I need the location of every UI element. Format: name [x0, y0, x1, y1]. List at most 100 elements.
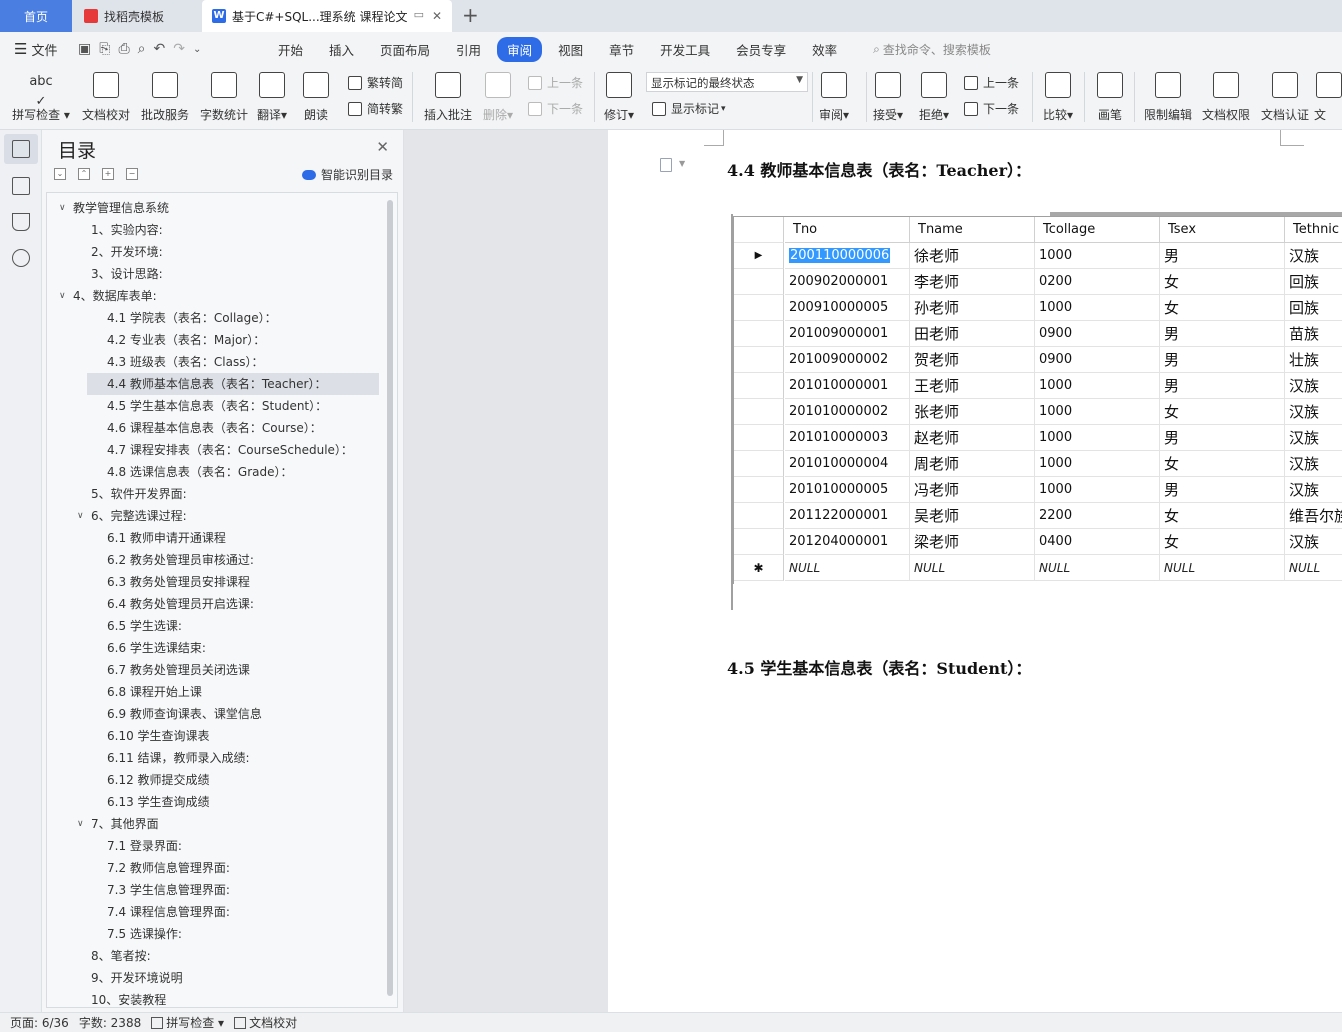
- toc-item[interactable]: 6.10 学生查询课表: [107, 725, 210, 747]
- grid-cell[interactable]: 0900: [1035, 321, 1160, 347]
- to-simplified-button[interactable]: 简转繁: [348, 100, 403, 117]
- grid-cell[interactable]: 壮族: [1285, 347, 1342, 373]
- grid-cell[interactable]: 女: [1160, 503, 1285, 529]
- toc-item[interactable]: 7.3 学生信息管理界面:: [107, 879, 230, 901]
- spell-check-button[interactable]: abc ✓ 拼写检查 ▾: [6, 68, 76, 123]
- menu-item[interactable]: 页面布局: [370, 37, 440, 62]
- grid-cell[interactable]: 周老师: [910, 451, 1035, 477]
- grid-cell[interactable]: 1000: [1035, 477, 1160, 503]
- grid-cell[interactable]: 1000: [1035, 425, 1160, 451]
- grid-cell[interactable]: 汉族: [1285, 477, 1342, 503]
- grid-cell[interactable]: 1000: [1035, 373, 1160, 399]
- prev-comment-button[interactable]: 上一条: [528, 74, 583, 91]
- grid-row-header[interactable]: [734, 321, 784, 347]
- grid-cell[interactable]: NULL: [785, 555, 910, 581]
- grid-row-header[interactable]: [734, 373, 784, 399]
- doc-proof-button[interactable]: 文档校对: [74, 68, 138, 123]
- grid-cell[interactable]: 王老师: [910, 373, 1035, 399]
- grid-column-header[interactable]: Tsex: [1160, 217, 1285, 243]
- toc-item[interactable]: 教学管理信息系统: [73, 197, 169, 219]
- new-tab-icon[interactable]: +: [462, 3, 479, 27]
- toc-item[interactable]: 4、数据库表单:: [73, 285, 157, 307]
- grid-cell[interactable]: 男: [1160, 347, 1285, 373]
- revise-button[interactable]: 修订▾: [592, 68, 646, 123]
- grid-cell[interactable]: 回族: [1285, 295, 1342, 321]
- expand-all-icon[interactable]: ⌄: [54, 168, 66, 180]
- grid-column-header[interactable]: Tethnic: [1285, 217, 1342, 243]
- doc-proof-status[interactable]: 文档校对: [234, 1014, 297, 1031]
- grid-cell[interactable]: 201009000001: [785, 321, 910, 347]
- grid-cell[interactable]: 男: [1160, 373, 1285, 399]
- chevron-down-icon[interactable]: ∨: [77, 511, 84, 521]
- grid-row-header[interactable]: [734, 347, 784, 373]
- grid-cell[interactable]: 汉族: [1285, 399, 1342, 425]
- toc-item[interactable]: 4.2 专业表（表名：Major）：: [107, 329, 265, 351]
- close-icon[interactable]: ✕: [376, 138, 389, 156]
- grid-cell[interactable]: 汉族: [1285, 243, 1342, 269]
- grid-cell[interactable]: 女: [1160, 269, 1285, 295]
- next-comment-button[interactable]: 下一条: [528, 100, 583, 117]
- grid-cell[interactable]: 男: [1160, 243, 1285, 269]
- toc-item[interactable]: 4.1 学院表（表名：Collage）：: [107, 307, 277, 329]
- toc-item[interactable]: 6.13 学生查询成绩: [107, 791, 210, 813]
- grid-cell[interactable]: 汉族: [1285, 529, 1342, 555]
- grid-cell[interactable]: 梁老师: [910, 529, 1035, 555]
- next-change-button[interactable]: 下一条: [964, 100, 1019, 117]
- toc-item[interactable]: 7.5 选课操作:: [107, 923, 182, 945]
- grid-column-header[interactable]: Tname: [910, 217, 1035, 243]
- grid-cell[interactable]: 男: [1160, 321, 1285, 347]
- grid-column-header[interactable]: Tcollage: [1035, 217, 1160, 243]
- grid-row-header[interactable]: [734, 451, 784, 477]
- toc-item[interactable]: 4.6 课程基本信息表（表名：Course）：: [107, 417, 322, 439]
- grid-cell[interactable]: 赵老师: [910, 425, 1035, 451]
- toc-item[interactable]: 6.3 教务处管理员安排课程: [107, 571, 250, 593]
- restrict-edit-button[interactable]: 限制编辑: [1136, 68, 1200, 123]
- grid-cell[interactable]: 女: [1160, 529, 1285, 555]
- toc-item[interactable]: 6.11 结课，教师录入成绩:: [107, 747, 250, 769]
- toc-item[interactable]: 7、其他界面: [91, 813, 159, 835]
- toc-item[interactable]: 7.2 教师信息管理界面:: [107, 857, 230, 879]
- menu-item[interactable]: 审阅: [497, 36, 543, 62]
- grid-cell[interactable]: 孙老师: [910, 295, 1035, 321]
- prev-change-button[interactable]: 上一条: [964, 74, 1019, 91]
- toc-scrollbar[interactable]: [387, 200, 393, 996]
- grid-cell[interactable]: 汉族: [1285, 451, 1342, 477]
- menu-item[interactable]: 视图: [548, 37, 593, 62]
- navigation-pane-icon[interactable]: [12, 177, 30, 195]
- paragraph-icon[interactable]: [660, 158, 672, 172]
- grid-row-header[interactable]: [734, 425, 784, 451]
- doc-permission-button[interactable]: 文档权限: [1194, 68, 1258, 123]
- grid-cell[interactable]: 田老师: [910, 321, 1035, 347]
- menu-item[interactable]: 引用: [446, 37, 491, 62]
- chevron-down-icon[interactable]: ∨: [59, 203, 66, 213]
- chevron-down-icon[interactable]: ∨: [59, 291, 66, 301]
- toc-item[interactable]: 1、实验内容:: [91, 219, 163, 241]
- toc-item[interactable]: 10、安装教程: [91, 989, 166, 1007]
- doc-more-button[interactable]: 文: [1314, 68, 1342, 123]
- tab-template[interactable]: 找稻壳模板: [72, 0, 202, 32]
- grid-column-header[interactable]: Tno: [785, 217, 910, 243]
- tab-document[interactable]: W 基于C#+SQL...理系统 课程论文 ▭ ✕: [202, 0, 452, 32]
- reject-button[interactable]: 拒绝▾: [906, 68, 962, 123]
- grid-cell[interactable]: 女: [1160, 451, 1285, 477]
- annotate-service-button[interactable]: 批改服务: [133, 68, 197, 123]
- doc-cert-button[interactable]: 文档认证: [1253, 68, 1317, 123]
- show-markup-button[interactable]: 显示标记 ▾: [652, 100, 726, 117]
- menu-item[interactable]: 效率: [802, 37, 847, 62]
- redo-icon[interactable]: ↷: [173, 41, 185, 57]
- menu-item[interactable]: 开始: [268, 37, 313, 62]
- grid-row-header[interactable]: [734, 529, 784, 555]
- grid-cell[interactable]: 200902000001: [785, 269, 910, 295]
- toc-item[interactable]: 9、开发环境说明: [91, 967, 183, 989]
- markup-state-select[interactable]: 显示标记的最终状态 ▼: [646, 72, 808, 92]
- grid-cell[interactable]: 1000: [1035, 451, 1160, 477]
- grid-cell[interactable]: 201010000002: [785, 399, 910, 425]
- toc-item[interactable]: 6.5 学生选课:: [107, 615, 182, 637]
- remove-heading-icon[interactable]: −: [126, 168, 138, 180]
- export-icon[interactable]: ⎘: [99, 41, 110, 57]
- toc-item[interactable]: 4.8 选课信息表（表名：Grade）：: [107, 461, 293, 483]
- grid-cell[interactable]: 201009000002: [785, 347, 910, 373]
- toc-item[interactable]: 4.4 教师基本信息表（表名：Teacher）：: [107, 373, 326, 395]
- menu-item[interactable]: 开发工具: [650, 37, 720, 62]
- grid-row-header[interactable]: [734, 295, 784, 321]
